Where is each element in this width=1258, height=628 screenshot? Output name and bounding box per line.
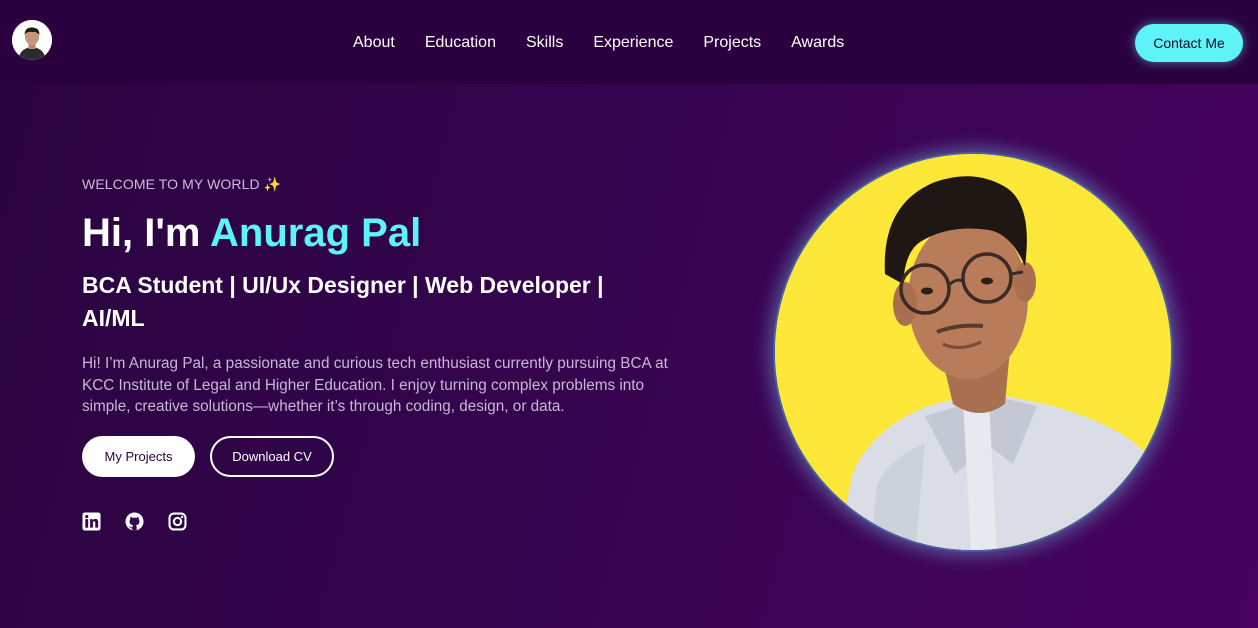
hero-title: Hi, I'm Anurag Pal xyxy=(82,206,421,260)
hero-name: Anurag Pal xyxy=(210,211,422,255)
site-header: About Education Skills Experience Projec… xyxy=(0,0,1258,84)
profile-portrait xyxy=(773,152,1173,552)
nav-item-about[interactable]: About xyxy=(353,32,395,54)
hero-bio: Hi! I’m Anurag Pal, a passionate and cur… xyxy=(82,355,668,415)
github-icon[interactable] xyxy=(125,512,144,531)
avatar[interactable] xyxy=(12,20,52,60)
nav-item-skills[interactable]: Skills xyxy=(526,32,563,54)
hero-section: WELCOME TO MY WORLD ✨ Hi, I'm Anurag Pal… xyxy=(0,84,1258,628)
hero-subtitle: BCA Student | UI/Ux Designer | Web Devel… xyxy=(82,272,604,331)
greeting-text: Hi, I'm xyxy=(82,211,211,255)
avatar-photo xyxy=(12,20,52,60)
contact-me-button[interactable]: Contact Me xyxy=(1135,24,1243,62)
welcome-tagline: WELCOME TO MY WORLD ✨ xyxy=(82,176,282,192)
my-projects-button[interactable]: My Projects xyxy=(82,436,195,477)
instagram-icon[interactable] xyxy=(168,512,187,531)
nav-item-awards[interactable]: Awards xyxy=(791,32,844,54)
main-nav: About Education Skills Experience Projec… xyxy=(353,32,844,54)
nav-item-education[interactable]: Education xyxy=(425,32,496,54)
nav-item-experience[interactable]: Experience xyxy=(593,32,673,54)
portrait-photo xyxy=(775,154,1171,550)
download-cv-button[interactable]: Download CV xyxy=(210,436,334,477)
social-links xyxy=(82,512,187,531)
nav-item-projects[interactable]: Projects xyxy=(703,32,761,54)
linkedin-icon[interactable] xyxy=(82,512,101,531)
